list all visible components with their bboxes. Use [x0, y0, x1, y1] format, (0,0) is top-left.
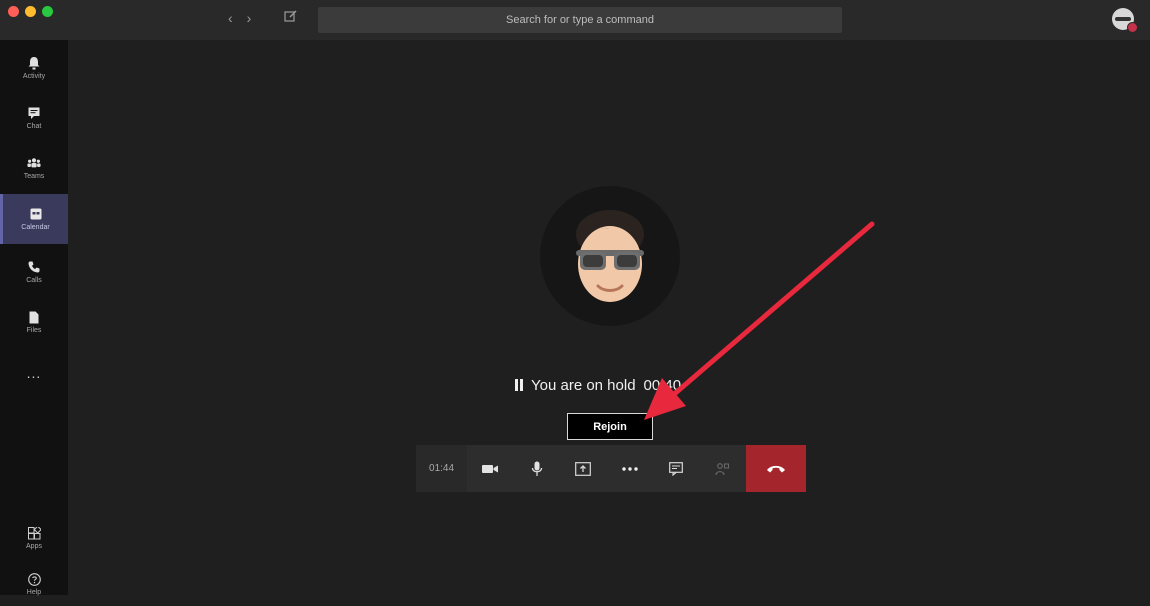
rail-item-label: Apps [26, 543, 42, 550]
rail-item-label: Files [26, 327, 42, 334]
show-participants-button[interactable] [699, 445, 745, 492]
rail-item-apps[interactable]: Apps [0, 516, 68, 560]
close-window-button[interactable] [8, 6, 19, 17]
app-rail: Activity Chat Teams Calendar Calls Files… [0, 40, 68, 596]
caller-avatar [540, 186, 680, 326]
show-conversation-button[interactable] [653, 445, 699, 492]
status-dot [1127, 22, 1138, 33]
help-icon [27, 572, 41, 586]
rail-item-teams[interactable]: Teams [0, 146, 68, 190]
hold-timer: 00:40 [643, 376, 682, 394]
rejoin-button[interactable]: Rejoin [567, 413, 653, 440]
hold-status: You are on hold 00:40 [515, 374, 681, 396]
window-controls [8, 6, 53, 17]
minimize-window-button[interactable] [25, 6, 36, 17]
rail-item-label: Teams [23, 173, 45, 180]
search-placeholder: Search for or type a command [506, 14, 654, 26]
rail-item-files[interactable]: Files [0, 300, 68, 344]
rail-item-label: Calendar [21, 224, 50, 231]
phone-icon [27, 260, 41, 274]
rail-item-activity[interactable]: Activity [0, 46, 68, 90]
microphone-icon [531, 461, 542, 476]
avatar-glasses [1115, 17, 1131, 21]
calendar-icon [29, 207, 43, 221]
more-actions-button[interactable] [606, 445, 652, 492]
apps-icon [27, 526, 41, 540]
memoji-face-icon [576, 210, 644, 302]
call-controls-bar: 01:44 [416, 445, 806, 492]
rail-item-label: Calls [26, 277, 42, 284]
chat-icon [27, 106, 41, 120]
hold-message: You are on hold [531, 376, 636, 394]
microphone-button[interactable] [514, 445, 560, 492]
pause-icon [515, 379, 523, 391]
file-icon [27, 310, 41, 324]
rail-item-calls[interactable]: Calls [0, 250, 68, 294]
rail-item-calendar[interactable]: Calendar [0, 194, 68, 244]
participants-icon [715, 462, 730, 475]
back-arrow-icon[interactable]: ‹ [228, 10, 233, 26]
more-dots-icon [621, 466, 638, 471]
new-chat-icon[interactable] [284, 9, 298, 26]
bell-icon [27, 56, 41, 70]
more-apps-icon[interactable]: ... [0, 365, 68, 381]
profile-avatar[interactable] [1112, 8, 1138, 33]
share-screen-button[interactable] [560, 445, 606, 492]
hang-up-button[interactable] [745, 445, 806, 492]
maximize-window-button[interactable] [42, 6, 53, 17]
teams-icon [27, 156, 41, 170]
camera-button[interactable] [467, 445, 513, 492]
rail-item-label: Chat [26, 123, 42, 130]
conversation-icon [669, 461, 683, 476]
rail-item-chat[interactable]: Chat [0, 96, 68, 140]
camera-icon [482, 464, 499, 473]
search-input[interactable]: Search for or type a command [318, 7, 842, 33]
title-bar: ‹ › Search for or type a command [0, 0, 1150, 40]
rail-item-label: Activity [22, 73, 46, 80]
rail-item-help[interactable]: Help [0, 562, 68, 606]
hang-up-icon [766, 465, 785, 472]
call-duration: 01:44 [416, 445, 468, 492]
share-screen-icon [575, 461, 592, 476]
forward-arrow-icon[interactable]: › [247, 10, 252, 26]
